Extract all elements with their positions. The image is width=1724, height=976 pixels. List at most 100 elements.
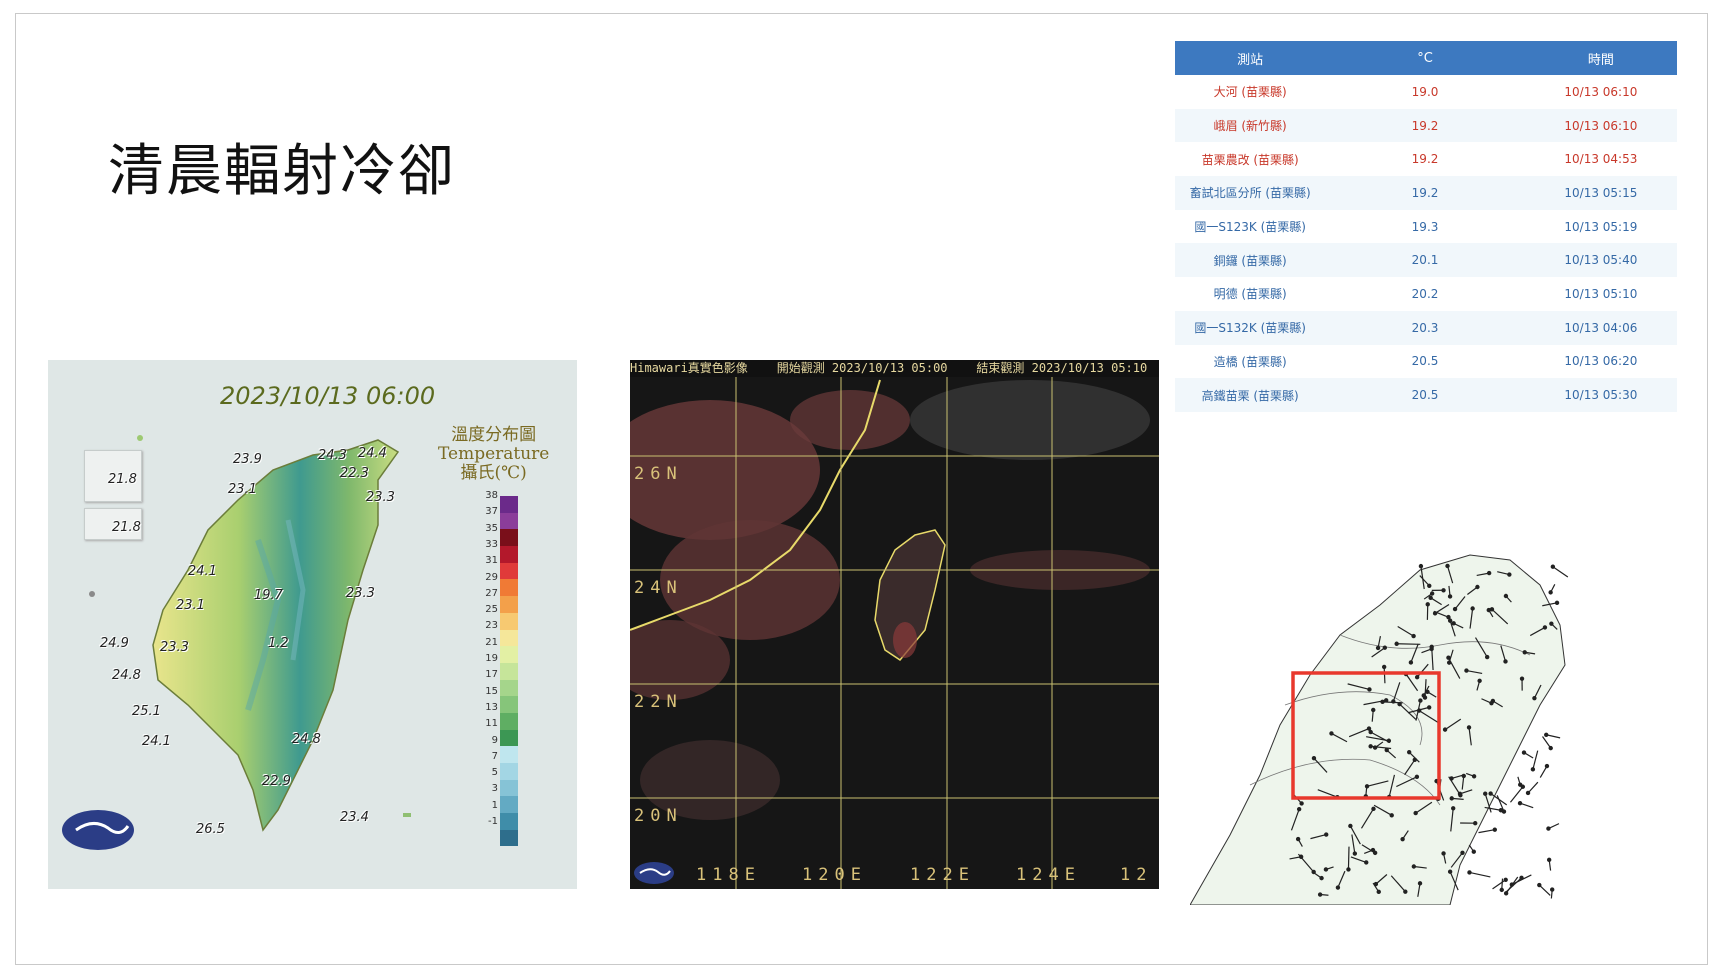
station-dot — [1475, 584, 1480, 590]
station-dot — [1477, 678, 1482, 684]
station-dot — [1417, 881, 1423, 886]
station-label: 24.1 — [188, 564, 217, 579]
station-dot — [1501, 809, 1507, 814]
wind-barb — [1469, 871, 1491, 878]
scale-color-step — [500, 679, 518, 697]
station-dot — [1542, 625, 1548, 630]
station-dot — [1492, 827, 1498, 832]
table-cell-temp: 19.2 — [1325, 176, 1525, 210]
table-cell-temp: 19.3 — [1325, 209, 1525, 244]
table-cell-temp: 20.1 — [1325, 243, 1525, 278]
table-cell-station: 明德 (苗栗縣) — [1175, 277, 1326, 311]
station-dot — [1384, 747, 1389, 753]
station-label: 24.8 — [292, 732, 321, 747]
col-time: 時間 — [1524, 41, 1677, 75]
scale-tick: 35 — [485, 522, 498, 534]
station-dot — [1499, 887, 1504, 893]
scale-tick: 13 — [485, 701, 498, 713]
wind-barb — [1532, 750, 1539, 770]
table-cell-station: 大河 (苗栗縣) — [1175, 75, 1326, 109]
scale-color-step — [500, 512, 518, 530]
table-cell-time: 10/13 04:06 — [1524, 310, 1677, 345]
legend-title-en: Temperature — [438, 444, 550, 464]
station-dot — [1544, 763, 1550, 769]
station-dot — [1473, 820, 1478, 826]
station-dot — [1412, 757, 1417, 762]
scale-tick: 3 — [491, 783, 498, 795]
station-dot — [1394, 641, 1399, 646]
table-cell-temp: 20.5 — [1325, 378, 1525, 412]
station-dot — [1352, 851, 1358, 856]
station-dot — [1376, 889, 1381, 895]
station-dot — [1411, 864, 1417, 869]
lat-label: 26N — [634, 464, 683, 484]
station-dot — [1525, 790, 1531, 796]
station-dot — [1400, 836, 1405, 842]
station-dot — [1348, 823, 1353, 829]
station-dot — [1503, 877, 1508, 882]
station-dot — [1489, 700, 1494, 706]
scale-color-step — [500, 546, 518, 563]
station-dot — [1521, 750, 1527, 755]
lat-label: 22N — [634, 692, 683, 712]
table-cell-time: 10/13 06:10 — [1524, 75, 1677, 109]
station-dot — [1461, 773, 1466, 779]
station-dot — [1428, 595, 1433, 601]
station-label: 23.3 — [160, 640, 189, 655]
station-dot — [1548, 745, 1553, 751]
station-dot — [1389, 813, 1394, 818]
station-dot — [1446, 660, 1452, 665]
station-dot — [1425, 689, 1430, 695]
station-dot — [1317, 892, 1323, 897]
station-dot — [1464, 668, 1469, 673]
table-cell-temp: 19.0 — [1325, 75, 1525, 109]
station-dot — [1381, 664, 1387, 670]
station-dot — [1451, 621, 1456, 626]
station-dot — [1447, 869, 1453, 874]
station-dot — [1522, 650, 1527, 655]
scale-tick: 11 — [485, 718, 498, 730]
station-label: 23.9 — [233, 452, 262, 467]
scale-tick: 23 — [485, 620, 498, 632]
station-label: 24.9 — [100, 636, 129, 651]
station-dot — [1311, 869, 1316, 875]
station-dot — [1382, 645, 1388, 650]
station-dot — [1546, 826, 1551, 831]
table-row: 峨眉 (新竹縣) 19.2 10/13 06:10 — [1175, 108, 1677, 143]
scale-tick: 17 — [485, 669, 498, 681]
station-dot — [1421, 693, 1426, 698]
station-label: 23.3 — [366, 490, 395, 505]
scale-color-step — [500, 779, 518, 797]
station-dot — [1441, 851, 1446, 856]
wind-barb — [1505, 876, 1519, 894]
station-label: 1.2 — [268, 636, 289, 651]
wind-map — [1190, 545, 1670, 905]
station-dot — [1429, 646, 1434, 652]
scale-color-step — [500, 763, 518, 780]
station-dot — [1507, 572, 1512, 577]
wind-barb — [1396, 643, 1421, 645]
station-dot — [1445, 563, 1450, 569]
scale-color-step — [500, 629, 518, 647]
station-dot — [1549, 621, 1554, 626]
station-dot — [1367, 687, 1372, 692]
table-cell-temp: 20.3 — [1325, 310, 1525, 345]
lon-label: 122E — [910, 865, 975, 885]
lat-label: 24N — [634, 578, 683, 598]
station-dot — [1391, 699, 1396, 704]
station-dot — [1449, 796, 1454, 801]
wind-barb — [1552, 566, 1569, 578]
station-dot — [1364, 860, 1369, 865]
scale-tick: 27 — [485, 587, 498, 599]
lon-label: 124E — [1016, 865, 1081, 885]
station-dot — [1319, 875, 1324, 881]
table-row: 高鐵苗栗 (苗栗縣) 20.5 10/13 05:30 — [1175, 378, 1677, 412]
station-dot — [1471, 774, 1477, 779]
station-dot — [1296, 806, 1302, 812]
wind-map-graphic — [1190, 554, 1569, 905]
scale-tick: 33 — [485, 538, 498, 550]
table-cell-time: 10/13 05:40 — [1524, 243, 1677, 278]
station-dot — [1408, 660, 1414, 665]
table-cell-time: 10/13 04:53 — [1524, 142, 1677, 177]
scale-color-step — [500, 662, 518, 680]
